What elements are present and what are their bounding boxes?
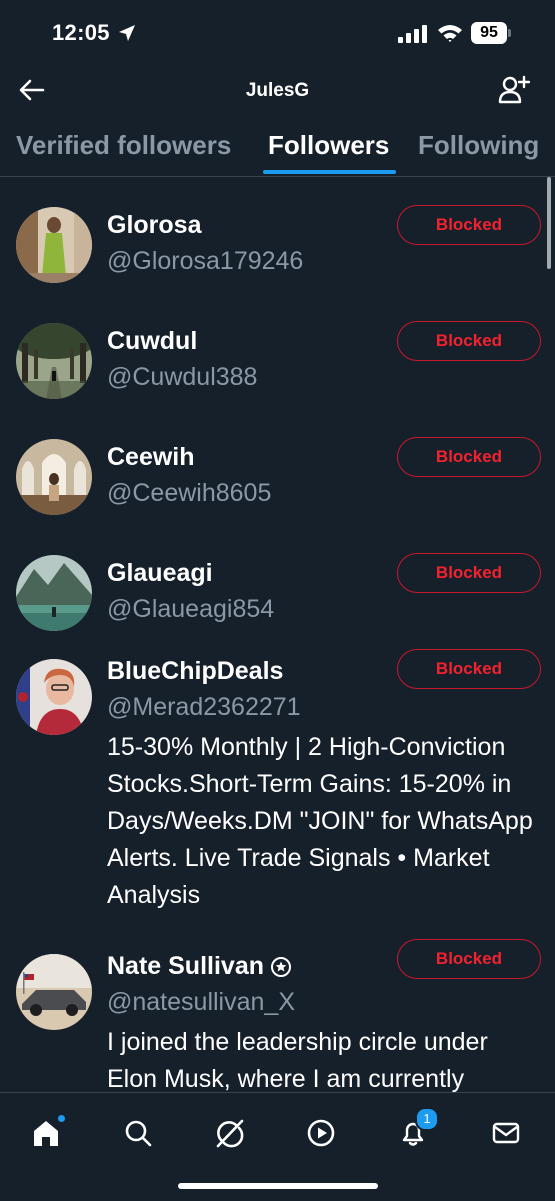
user-handle: @Ceewih8605: [107, 479, 272, 507]
user-name: Nate Sullivan: [107, 952, 292, 981]
blocked-button[interactable]: Blocked: [397, 437, 541, 477]
add-user-icon: [498, 75, 530, 104]
blocked-button[interactable]: Blocked: [397, 939, 541, 979]
nav-search[interactable]: [116, 1111, 160, 1155]
avatar[interactable]: [16, 323, 92, 399]
user-name: BlueChipDeals: [107, 657, 284, 685]
blocked-button[interactable]: Blocked: [397, 649, 541, 689]
user-name: Ceewih: [107, 443, 195, 471]
nav-messages[interactable]: [484, 1111, 528, 1155]
active-tab-indicator: [263, 170, 396, 174]
verified-badge-icon: [271, 957, 291, 978]
avatar[interactable]: [16, 954, 92, 1030]
tab-followers[interactable]: Followers: [268, 130, 389, 161]
scrollbar[interactable]: [547, 177, 551, 269]
user-bio: I joined the leadership circle under Elo…: [107, 1028, 488, 1092]
user-handle: @Glaueagi854: [107, 595, 275, 623]
followers-list[interactable]: Glorosa @Glorosa179246 Blocked Cuwdul @C…: [0, 177, 555, 1092]
user-bio: 15-30% Monthly | 2 High-Conviction Stock…: [107, 733, 533, 909]
user-name: Cuwdul: [107, 327, 198, 355]
back-button[interactable]: [14, 72, 50, 108]
user-name-text: Nate Sullivan: [107, 952, 264, 980]
follow-user-button[interactable]: [494, 70, 534, 110]
notification-count-badge: 1: [415, 1107, 439, 1131]
battery-indicator: 95: [471, 22, 507, 44]
avatar[interactable]: [16, 555, 92, 631]
grok-icon: [216, 1119, 244, 1148]
header: JulesG: [0, 62, 555, 118]
user-handle: @natesullivan_X: [107, 988, 295, 1016]
cellular-signal-icon: [398, 25, 427, 43]
user-name: Glaueagi: [107, 559, 213, 587]
new-posts-dot: [58, 1115, 65, 1122]
wifi-icon: [438, 25, 462, 42]
user-name: Glorosa: [107, 211, 202, 239]
user-handle: @Cuwdul388: [107, 363, 258, 391]
back-arrow-icon: [19, 79, 45, 101]
blocked-button[interactable]: Blocked: [397, 553, 541, 593]
home-indicator[interactable]: [178, 1183, 378, 1189]
status-bar: 12:05 95: [0, 0, 555, 62]
user-handle: @Glorosa179246: [107, 247, 304, 275]
messages-icon: [492, 1122, 520, 1144]
blocked-button[interactable]: Blocked: [397, 205, 541, 245]
tab-following[interactable]: Following: [418, 130, 539, 161]
page-title: JulesG: [245, 80, 310, 101]
nav-notifications[interactable]: 1: [391, 1107, 439, 1155]
battery-tip: [508, 29, 511, 37]
status-time: 12:05: [52, 20, 110, 45]
nav-video[interactable]: [299, 1111, 343, 1155]
video-icon: [307, 1119, 335, 1147]
nav-grok[interactable]: [208, 1111, 252, 1155]
home-icon: [34, 1121, 58, 1146]
blocked-button[interactable]: Blocked: [397, 321, 541, 361]
avatar[interactable]: [16, 439, 92, 515]
location-arrow-icon: [119, 25, 135, 41]
user-handle: @Merad2362271: [107, 693, 301, 721]
avatar[interactable]: [16, 659, 92, 735]
nav-home[interactable]: [24, 1111, 68, 1155]
search-icon: [125, 1120, 152, 1147]
tab-bar: Verified followers Followers Following: [0, 118, 555, 177]
tab-verified-followers[interactable]: Verified followers: [16, 130, 231, 161]
avatar[interactable]: [16, 207, 92, 283]
